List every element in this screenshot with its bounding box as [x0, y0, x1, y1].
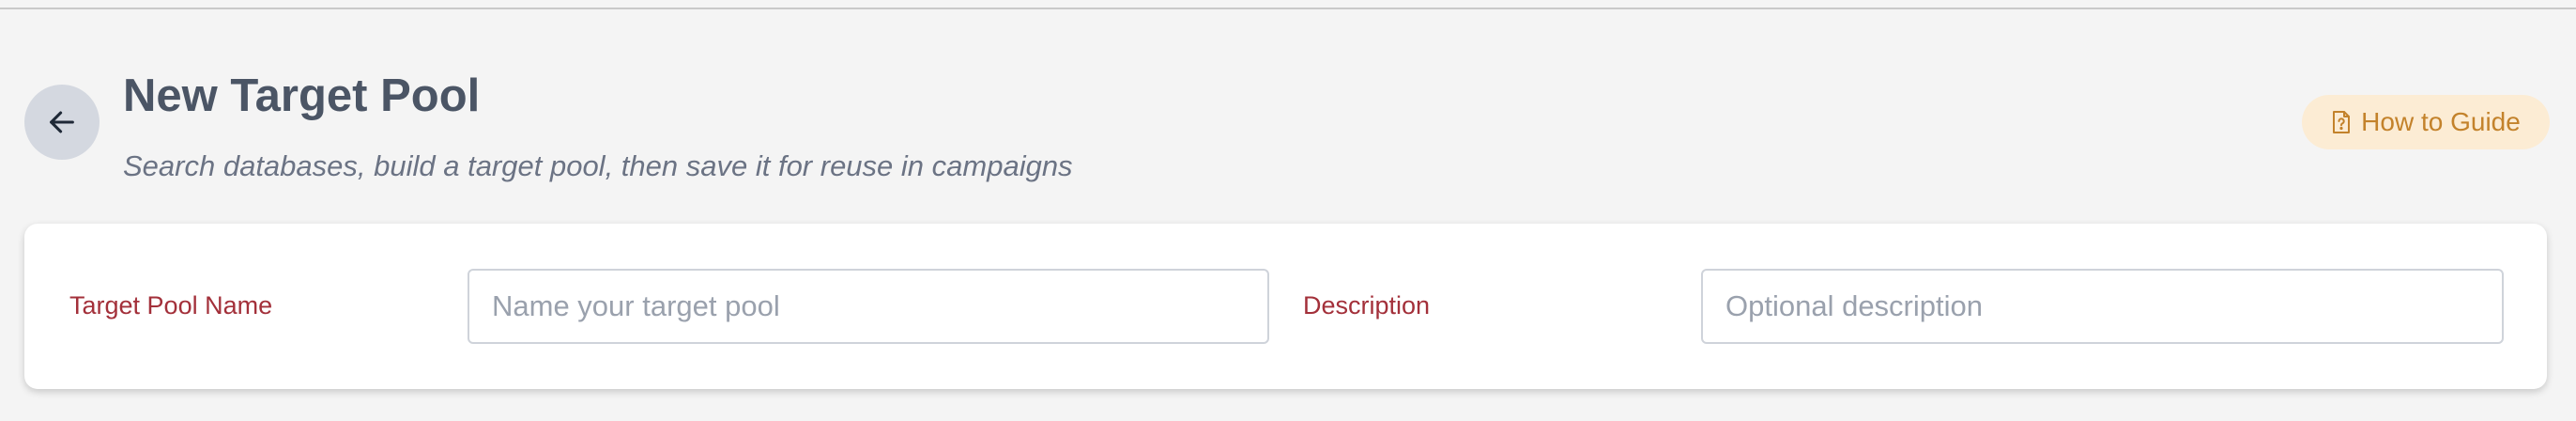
- back-button[interactable]: [24, 85, 100, 160]
- target-pool-form-card: Target Pool Name Description: [24, 224, 2547, 389]
- top-divider: [0, 0, 2576, 9]
- description-label: Description: [1303, 291, 1431, 320]
- document-question-icon: [2333, 111, 2351, 133]
- arrow-left-icon: [50, 111, 74, 133]
- page-subtitle: Search databases, build a target pool, t…: [123, 149, 1073, 182]
- how-to-guide-button[interactable]: How to Guide: [2302, 95, 2550, 149]
- description-input[interactable]: [1701, 269, 2504, 344]
- target-pool-name-label: Target Pool Name: [69, 291, 273, 320]
- how-to-guide-label: How to Guide: [2361, 107, 2521, 136]
- target-pool-name-input[interactable]: [468, 269, 1269, 344]
- page-title: New Target Pool: [123, 70, 481, 121]
